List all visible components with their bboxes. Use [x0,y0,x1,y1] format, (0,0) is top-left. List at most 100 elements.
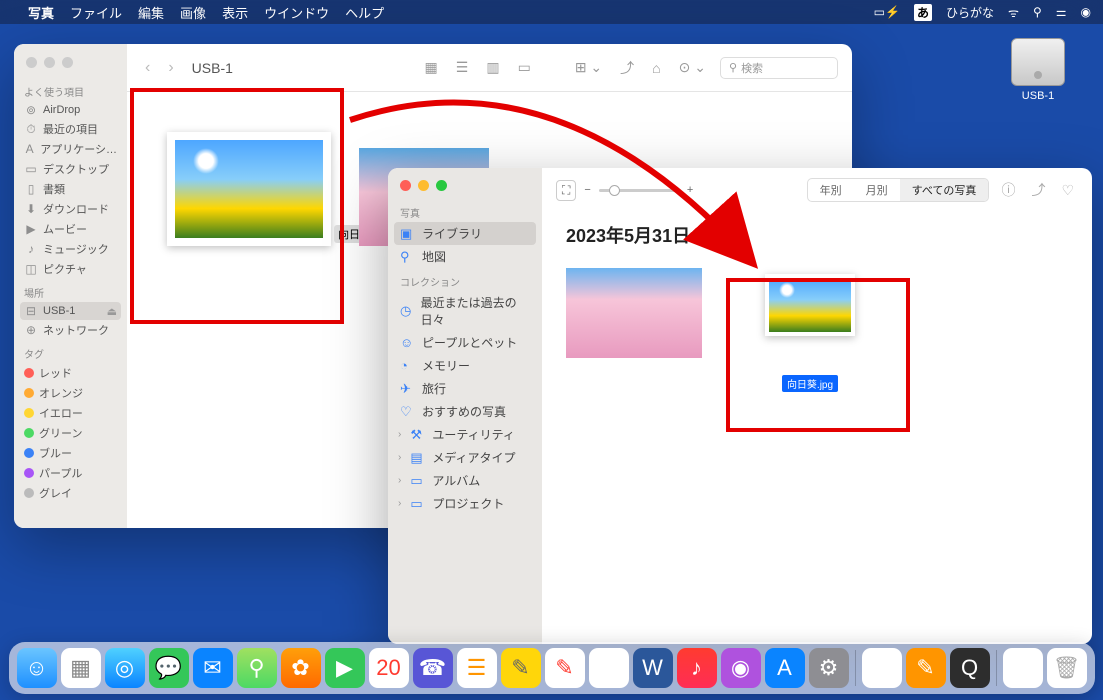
segment-option[interactable]: すべての写真 [900,179,989,201]
photos-sidebar-item[interactable]: ✈旅行 [388,377,542,400]
sidebar-item[interactable]: ⏱最近の項目 [20,119,121,139]
menu-help[interactable]: ヘルプ [345,3,384,22]
photo-drop-preview[interactable]: 向日葵.jpg [760,274,860,393]
dock-preview-icon[interactable]: ▭ [862,648,902,688]
view-list-icon[interactable]: ☰ [452,59,473,76]
dock-calendar-icon[interactable]: 20 [369,648,409,688]
sidebar-tag-item[interactable]: グレイ [20,483,121,503]
photos-sidebar-item[interactable]: ☺ピープルとペット [388,331,542,354]
sidebar-item[interactable]: ◫ピクチャ [20,259,121,279]
menu-file[interactable]: ファイル [70,3,122,22]
dock-trash-icon[interactable]: 🗑 [1047,648,1087,688]
dock-launchpad-icon[interactable]: ▦ [61,648,101,688]
dock-facetime-icon[interactable]: ▶ [325,648,365,688]
photos-sidebar-item[interactable]: ▣ライブラリ [394,222,536,245]
zoom-slider[interactable] [599,189,679,192]
sidebar-item[interactable]: ▯書類 [20,179,121,199]
sidebar-item-label: アルバム [432,472,480,489]
dock-messages-icon[interactable]: 💬 [149,648,189,688]
finder-traffic-lights[interactable] [20,54,121,78]
dock-word-icon[interactable]: W [633,648,673,688]
dock-freeform-icon[interactable]: ✎ [545,648,585,688]
group-icon[interactable]: ⊞ ⌄ [571,59,606,76]
eject-icon[interactable]: ⏏ [107,305,117,318]
sidebar-tag-item[interactable]: イエロー [20,403,121,423]
dock-music-icon[interactable]: ♪ [677,648,717,688]
share-icon[interactable]: ⤴ [1027,180,1049,200]
info-icon[interactable]: ⓘ [997,180,1019,200]
dock-contacts-icon[interactable]: ☎ [413,648,453,688]
menu-view[interactable]: 表示 [222,3,248,22]
desktop-usb-drive[interactable]: USB-1 [1003,38,1073,102]
photos-sidebar-item[interactable]: ⚲地図 [388,245,542,268]
dock-downloads-icon[interactable]: ⬇ [1003,648,1043,688]
view-columns-icon[interactable]: ▥ [482,59,503,76]
dock-settings-icon[interactable]: ⚙ [809,648,849,688]
dock-quicktime-icon[interactable]: Q [950,648,990,688]
sidebar-item-label: 最近または過去の日々 [421,294,530,328]
photos-sidebar-item[interactable]: ›⚒ユーティリティ [388,423,542,446]
dock[interactable]: ☺ ▦ ◎ 💬 ✉ ⚲ ✿ ▶ 20 ☎ ☰ ✎ ✎ ◉ W ♪ ◉ A ⚙ ▭… [9,642,1095,694]
share-icon[interactable]: ⤴ [616,58,638,78]
menu-edit[interactable]: 編集 [138,3,164,22]
sidebar-item[interactable]: Aアプリケーシ… [20,139,121,159]
photos-sidebar-item[interactable]: ›▭プロジェクト [388,492,542,515]
menu-image[interactable]: 画像 [180,3,206,22]
sidebar-tag-item[interactable]: パープル [20,463,121,483]
tag-icon[interactable]: ⌂ [648,60,664,76]
nav-forward-icon[interactable]: › [164,59,177,77]
photos-sidebar-item[interactable]: ◷最近または過去の日々 [388,291,542,331]
wifi-icon[interactable]: ᯤ [1008,4,1019,21]
sidebar-tag-item[interactable]: グリーン [20,423,121,443]
favorite-icon[interactable]: ♡ [1057,182,1078,199]
dock-reminders-icon[interactable]: ☰ [457,648,497,688]
control-center-icon[interactable]: ⚌ [1056,5,1067,19]
dock-mail-icon[interactable]: ✉ [193,648,233,688]
dock-maps-icon[interactable]: ⚲ [237,648,277,688]
dock-notes-icon[interactable]: ✎ [501,648,541,688]
app-menu[interactable]: 写真 [28,3,54,22]
view-icon-grid-icon[interactable]: ▦ [421,59,442,76]
sidebar-item[interactable]: ▶ムービー [20,219,121,239]
sidebar-item[interactable]: ⊟USB-1⏏ [20,302,121,320]
photos-traffic-lights[interactable] [388,168,542,199]
ime-mode[interactable]: ひらがな [946,4,994,21]
battery-icon[interactable]: ▭⚡ [874,5,900,19]
sidebar-item[interactable]: ▭デスクトップ [20,159,121,179]
finder-search-input[interactable]: ⚲ 検索 [720,57,838,79]
dock-appstore-icon[interactable]: A [765,648,805,688]
dock-chrome-icon[interactable]: ◉ [589,648,629,688]
photos-sidebar-item[interactable]: ♡おすすめの写真 [388,400,542,423]
aspect-toggle-icon[interactable]: ⛶ [556,180,576,201]
photos-sidebar-item[interactable]: ◔メモリー [388,354,542,377]
photos-window[interactable]: 写真 ▣ライブラリ⚲地図 コレクション ◷最近または過去の日々☺ピープルとペット… [388,168,1092,644]
dock-photos-icon[interactable]: ✿ [281,648,321,688]
sidebar-item[interactable]: ♪ミュージック [20,239,121,259]
photos-sidebar-item[interactable]: ›▤メディアタイプ [388,446,542,469]
photo-thumbnail-sunflower [769,278,851,332]
segment-option[interactable]: 月別 [854,179,900,201]
dock-pages-icon[interactable]: ✎ [906,648,946,688]
ime-badge[interactable]: あ [914,4,932,21]
view-segmented-control[interactable]: 年別月別すべての写真 [807,178,990,202]
siri-icon[interactable]: ◉ [1081,5,1091,19]
sidebar-tag-item[interactable]: オレンジ [20,383,121,403]
spotlight-icon[interactable]: ⚲ [1033,5,1042,19]
dock-podcasts-icon[interactable]: ◉ [721,648,761,688]
sidebar-item[interactable]: ⊕ネットワーク [20,320,121,340]
sidebar-item[interactable]: ⊚AirDrop [20,101,121,119]
nav-back-icon[interactable]: ‹ [141,59,154,77]
sidebar-tag-item[interactable]: レッド [20,363,121,383]
photo-item-sakura[interactable] [566,268,702,358]
menu-window[interactable]: ウインドウ [264,3,329,22]
tag-color-dot [24,448,34,458]
dock-finder-icon[interactable]: ☺ [17,648,57,688]
segment-option[interactable]: 年別 [808,179,854,201]
sidebar-item[interactable]: ⬇ダウンロード [20,199,121,219]
photos-content[interactable]: 2023年5月31日 向日葵.jpg [542,212,1092,644]
photos-sidebar-item[interactable]: ›▭アルバム [388,469,542,492]
dock-safari-icon[interactable]: ◎ [105,648,145,688]
action-icon[interactable]: ⊙ ⌄ [675,59,710,76]
sidebar-tag-item[interactable]: ブルー [20,443,121,463]
view-gallery-icon[interactable]: ▭ [514,59,535,76]
